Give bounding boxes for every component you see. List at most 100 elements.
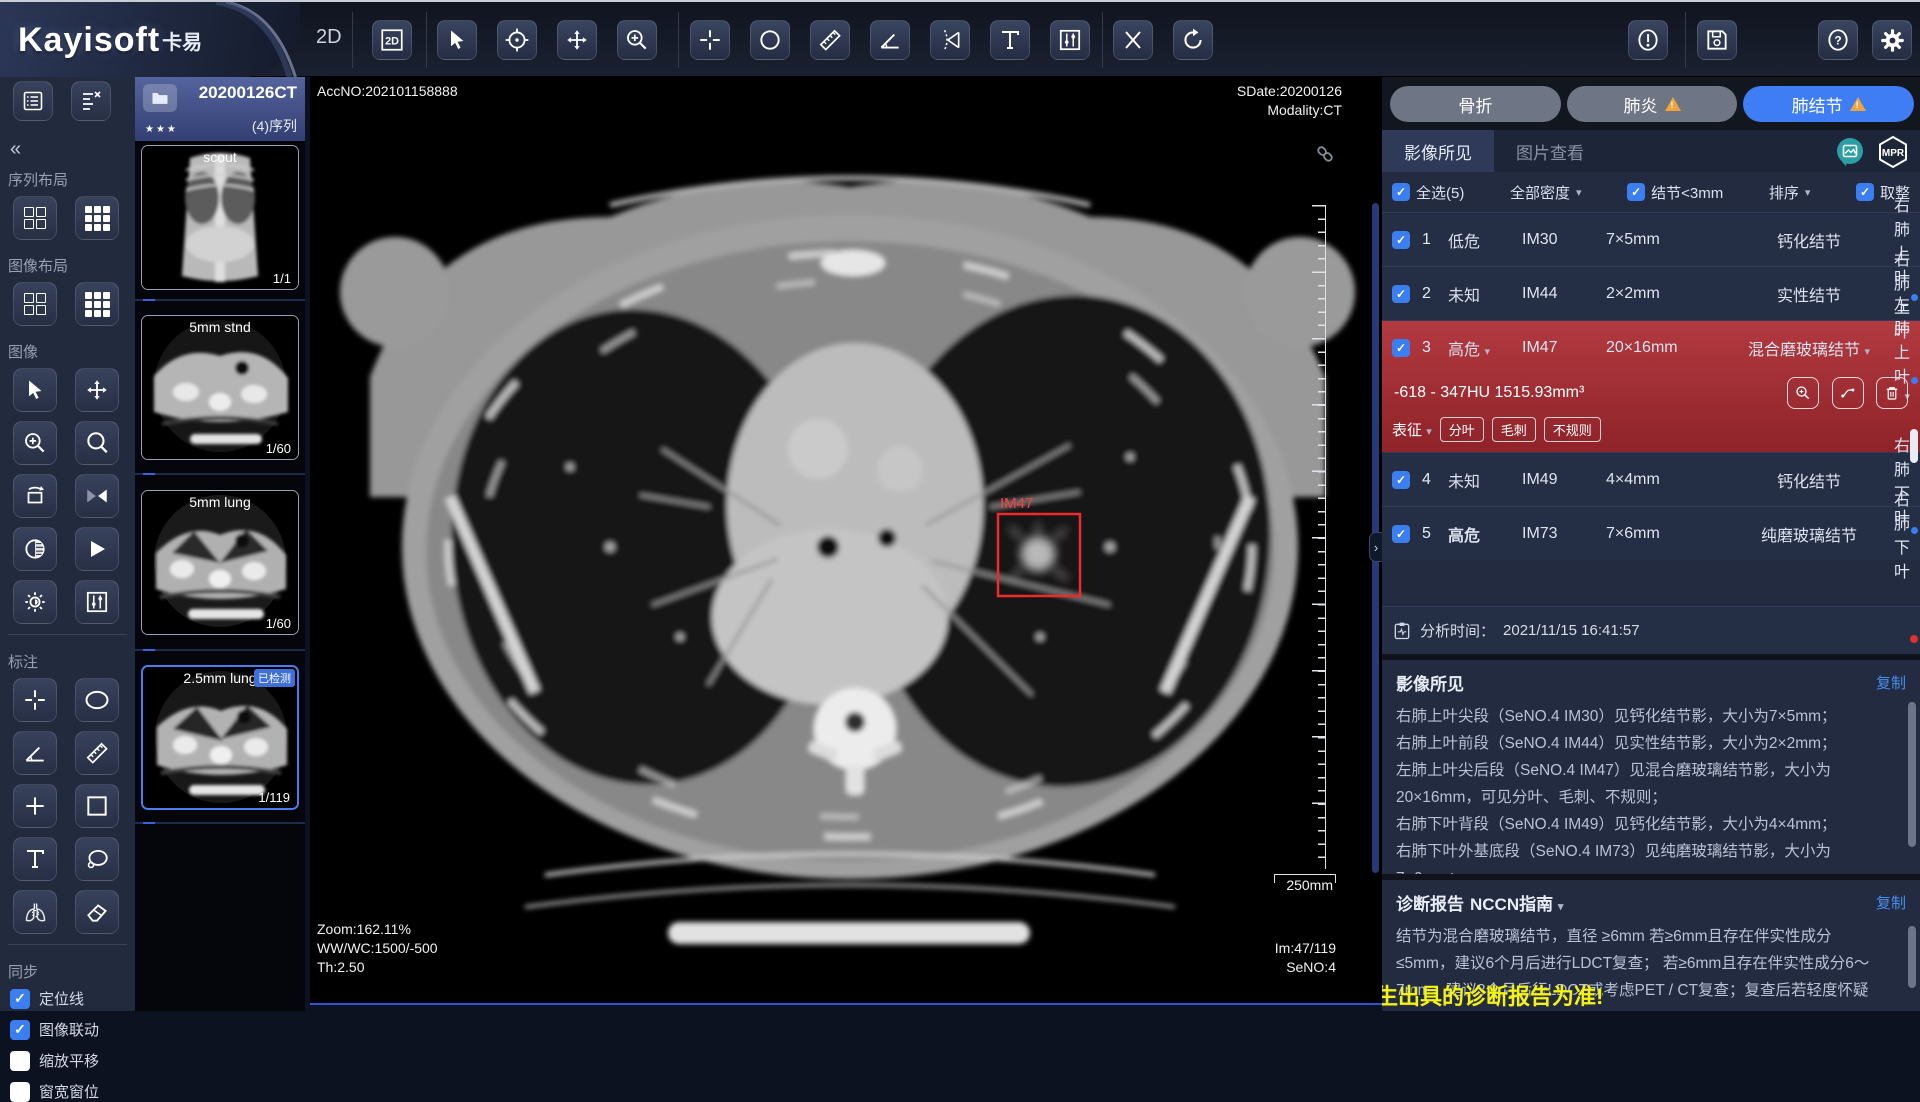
localizer-button[interactable] [497,20,537,60]
mpr-icon[interactable]: MPR [1876,135,1910,169]
thumbnail-5mm-lung[interactable]: 5mm lung 1/60 [141,490,299,635]
angle-anno-button[interactable] [13,731,57,775]
type-dropdown[interactable]: 混合磨玻璃结节 ▾ [1724,336,1894,360]
panel-collapse-handle[interactable]: › [1369,532,1383,562]
eraser-button[interactable] [75,890,119,934]
checkbox-checked[interactable]: ✓ [1392,183,1410,201]
ellipse-anno-button[interactable] [75,678,119,722]
tab-image-view[interactable]: 图片查看 [1494,130,1606,172]
point-anno-button[interactable] [13,784,57,828]
pointer-button[interactable] [437,20,477,60]
checkbox-checked[interactable]: ✓ [1392,525,1410,543]
ellipse-button[interactable] [750,20,790,60]
pointer-tool-button[interactable] [13,368,57,412]
magnify-nodule-button[interactable] [1787,377,1819,409]
window-level-button[interactable] [1050,20,1090,60]
viewer[interactable]: IM47 AccNO:202101158888 SDate:20200126 M… [310,77,1382,1005]
rect-anno-button[interactable] [75,784,119,828]
help-button[interactable]: ? [1818,20,1858,60]
report-scrollbar[interactable] [1908,926,1916,988]
angle-button[interactable] [870,20,910,60]
filter-sort-dropdown[interactable]: 排序 ▾ [1769,182,1811,203]
nodule-marker[interactable] [1911,527,1918,534]
nodule-marker[interactable] [1911,294,1918,301]
reset-button[interactable] [1173,20,1213,60]
settings-button[interactable] [1872,20,1912,60]
filter-density-dropdown[interactable]: 全部密度 ▾ [1510,182,1582,203]
ruler-anno-button[interactable] [75,731,119,775]
brightness-tool-button[interactable] [13,580,57,624]
nodule-row-4[interactable]: ✓ 4 未知 IM49 4×4mm 钙化结节 右肺下叶 [1382,452,1920,506]
link-icon[interactable] [1314,143,1336,165]
text-button[interactable] [990,20,1030,60]
checkbox-checked[interactable]: ✓ [1627,183,1645,201]
filter-select-all[interactable]: ✓ 全选(5) [1392,182,1464,203]
collapse-sidebar-button[interactable]: « [0,130,135,163]
checkbox-checked[interactable]: ✓ [1856,183,1874,201]
magnify-tool-button[interactable] [75,421,119,465]
text-anno-button[interactable] [13,837,57,881]
followup-button[interactable] [1832,377,1864,409]
pan-tool-button[interactable] [75,368,119,412]
flip-tool-button[interactable] [75,474,119,518]
thumbnail-5mm-stnd[interactable]: 5mm stnd 1/60 [141,315,299,460]
checkbox-checked[interactable]: ✓ [1392,471,1410,489]
series-grid-2x2-button[interactable] [13,196,57,240]
worklist-button[interactable] [13,81,53,121]
sync-zoom-pan[interactable]: 缩放平移 [0,1050,135,1071]
copy-report-button[interactable]: 复制 [1876,892,1906,913]
image-grid-3x3-button[interactable] [75,282,119,326]
feature-dropdown[interactable]: 表征 ▾ [1392,419,1432,440]
sync-image-link[interactable]: ✓ 图像联动 [0,1019,135,1040]
risk-dropdown[interactable]: 高危 ▾ [1448,336,1522,360]
zoom-in-tool-button[interactable] [13,421,57,465]
high-risk-marker[interactable] [1910,635,1918,643]
tab-fracture[interactable]: 骨折 [1390,86,1561,122]
invert-tool-button[interactable] [13,527,57,571]
lasso-anno-button[interactable] [75,837,119,881]
nodule-row-1[interactable]: ✓ 1 低危 IM30 7×5mm 钙化结节 右肺上叶 [1382,212,1920,266]
alert-button[interactable] [1628,20,1668,60]
checkbox-unchecked[interactable] [10,1051,30,1071]
report-chat-icon[interactable] [1834,136,1866,168]
delete-button[interactable] [1113,20,1153,60]
findings-scrollbar[interactable] [1908,702,1916,847]
image-grid-2x2-button[interactable] [13,282,57,326]
tab-lung-nodule[interactable]: 肺结节 ! [1743,86,1914,122]
tab-pneumonia[interactable]: 肺炎 ! [1567,86,1738,122]
feature-tag[interactable]: 毛刺 [1492,417,1536,442]
thumbnail-scout[interactable]: scout 1/1 [141,145,299,290]
checkbox-checked[interactable]: ✓ [1392,231,1410,249]
cine-play-button[interactable] [75,527,119,571]
zoom-in-button[interactable] [617,20,657,60]
scroll-thumb-marker[interactable] [1910,429,1918,463]
nodule-row-2[interactable]: ✓ 2 未知 IM44 2×2mm 实性结节 右肺上叶 [1382,266,1920,320]
sync-localizer-line[interactable]: ✓ 定位线 [0,988,135,1009]
series-grid-3x3-button[interactable] [75,196,119,240]
tab-findings[interactable]: 影像所见 [1382,130,1494,172]
checkbox-checked[interactable]: ✓ [1392,339,1410,357]
sync-window-level[interactable]: 窗宽窗位 [0,1081,135,1102]
report-guideline-dropdown[interactable]: NCCN指南 ▾ [1470,890,1563,915]
crosshair-anno-button[interactable] [13,678,57,722]
thumbnail-2-5mm-lung-selected[interactable]: 2.5mm lung 已检测 1/119 [141,665,299,810]
window-level-tool-button[interactable] [75,580,119,624]
study-header[interactable]: 20200126CT ★★★ (4)序列 [135,77,305,141]
checkbox-checked[interactable]: ✓ [10,989,30,1009]
layout-2d-button[interactable]: 2D [372,20,412,60]
checkbox-checked[interactable]: ✓ [10,1020,30,1040]
delete-nodule-button[interactable] [1876,377,1908,409]
crosshair-button[interactable] [690,20,730,60]
save-button[interactable] [1697,20,1737,60]
cobb-angle-button[interactable] [930,20,970,60]
nodule-marker[interactable] [1911,377,1918,384]
pan-button[interactable] [557,20,597,60]
lung-segment-button[interactable] [13,890,57,934]
feature-tag[interactable]: 不规则 [1544,417,1601,442]
copy-findings-button[interactable]: 复制 [1876,672,1906,693]
ruler-button[interactable] [810,20,850,60]
rotate-tool-button[interactable] [13,474,57,518]
nodule-row-5[interactable]: ✓ 5 高危 IM73 7×6mm 纯磨玻璃结节 右肺下叶 [1382,506,1920,560]
nodule-row-3-selected[interactable]: ✓ 3 高危 ▾ IM47 20×16mm 混合磨玻璃结节 ▾ 左肺上叶 ▾ -… [1382,320,1920,452]
checkbox-checked[interactable]: ✓ [1392,285,1410,303]
